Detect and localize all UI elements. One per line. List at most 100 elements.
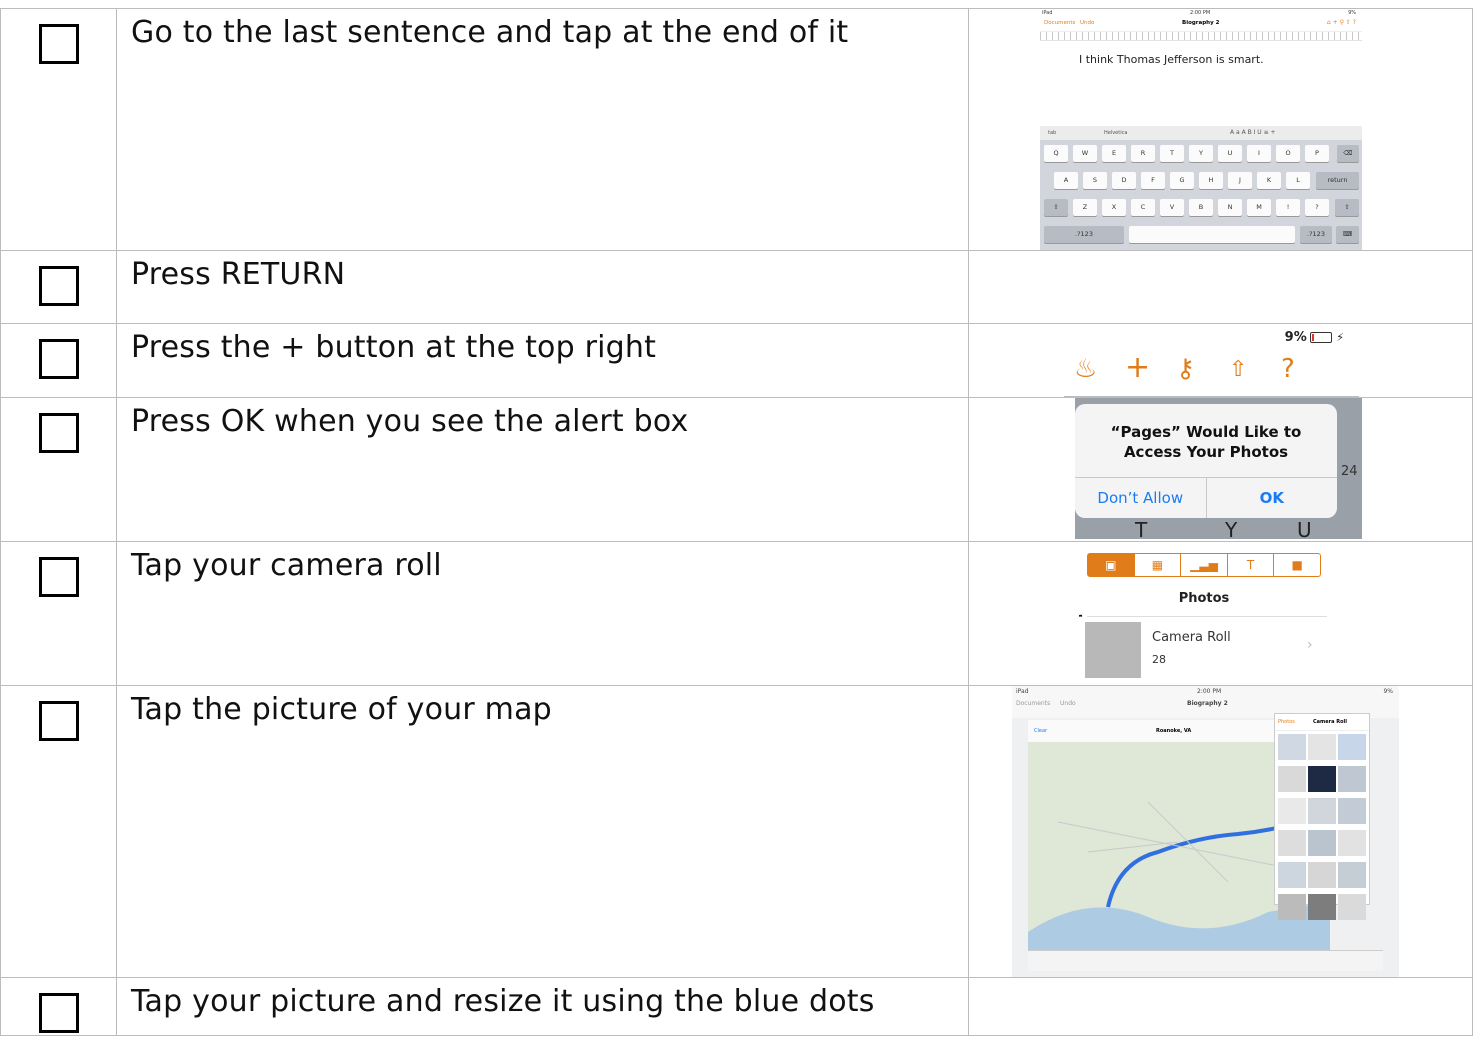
key-r[interactable]: R — [1131, 145, 1155, 162]
key-u[interactable]: U — [1218, 145, 1242, 162]
help-icon[interactable]: ? — [1281, 354, 1295, 384]
shift-key-left[interactable]: ⇧ — [1044, 199, 1068, 216]
photo-thumbnail[interactable] — [1278, 766, 1306, 792]
checkbox[interactable] — [39, 701, 79, 741]
photo-thumbnail[interactable] — [1278, 862, 1306, 888]
key-s[interactable]: S — [1083, 172, 1107, 189]
key-l[interactable]: L — [1286, 172, 1310, 189]
key-w[interactable]: W — [1073, 145, 1097, 162]
photo-thumbnail[interactable] — [1308, 734, 1336, 760]
photo-thumbnail[interactable] — [1308, 830, 1336, 856]
step-text: Press the + button at the top right — [131, 330, 657, 365]
undo-button[interactable]: Undo — [1060, 700, 1076, 707]
key-e[interactable]: E — [1102, 145, 1126, 162]
share-icon[interactable]: ⇧ — [1229, 357, 1247, 382]
checkbox[interactable] — [39, 339, 79, 379]
step-row: Go to the last sentence and tap at the e… — [0, 8, 1473, 251]
photo-thumbnail[interactable] — [1338, 734, 1366, 760]
key-row3[interactable]: X — [1102, 199, 1126, 216]
toolbar-icons[interactable]: ⌂ + ⚲ ⇧ ? — [1327, 19, 1356, 26]
key-k[interactable]: K — [1257, 172, 1281, 189]
photo-thumbnail[interactable] — [1338, 766, 1366, 792]
key-i[interactable]: I — [1247, 145, 1271, 162]
checkbox[interactable] — [39, 266, 79, 306]
checkbox[interactable] — [39, 24, 79, 64]
shape-icon[interactable]: ■ — [1273, 554, 1320, 576]
ok-button[interactable]: OK — [1205, 478, 1338, 518]
space-bar[interactable] — [1129, 226, 1295, 243]
step-row: Press OK when you see the alert box “Pag… — [0, 397, 1473, 542]
key-a[interactable]: A — [1054, 172, 1078, 189]
key-q[interactable]: Q — [1044, 145, 1068, 162]
table-icon[interactable]: ▦ — [1133, 554, 1181, 576]
screenshot-alert: “Pages” Would Like to Access Your Photos… — [1075, 398, 1362, 539]
key-j[interactable]: J — [1228, 172, 1252, 189]
key-h[interactable]: H — [1199, 172, 1223, 189]
dont-allow-button[interactable]: Don’t Allow — [1075, 478, 1206, 518]
photo-thumbnail[interactable] — [1308, 894, 1336, 920]
key-row3[interactable]: C — [1131, 199, 1155, 216]
key-u: U — [1297, 518, 1312, 539]
status-time: 2:00 PM — [1197, 688, 1222, 695]
ruler — [1040, 32, 1362, 41]
text-icon[interactable]: T — [1226, 554, 1274, 576]
key-f[interactable]: F — [1141, 172, 1165, 189]
brush-icon[interactable]: ♨ — [1074, 354, 1097, 384]
undo-button[interactable]: Undo — [1080, 20, 1094, 26]
divider — [1087, 616, 1327, 617]
key-y[interactable]: Y — [1189, 145, 1213, 162]
backspace-key[interactable]: ⌫ — [1337, 145, 1359, 162]
photo-thumbnail[interactable] — [1338, 862, 1366, 888]
screenshot-toolbar: 9% ⚡ ♨ + ⚷ ⇧ ? — [1064, 324, 1364, 397]
shift-key-right[interactable]: ⇧ — [1335, 199, 1359, 216]
status-left: iPad — [1042, 10, 1053, 16]
clear-button[interactable]: Clear — [1034, 728, 1047, 734]
font-button[interactable]: Helvetica — [1104, 130, 1127, 136]
numbers-key-left[interactable]: .?123 — [1044, 226, 1124, 243]
documents-button[interactable]: Documents — [1044, 20, 1075, 26]
status-bar: iPad 2:00 PM 9% — [1040, 9, 1362, 19]
key-row3[interactable]: M — [1247, 199, 1271, 216]
photo-thumbnail[interactable] — [1338, 830, 1366, 856]
camera-roll-thumbnail[interactable] — [1085, 622, 1141, 678]
wrench-icon[interactable]: ⚷ — [1176, 354, 1195, 384]
hide-keyboard-key[interactable]: ⌨ — [1336, 226, 1359, 243]
document-sentence[interactable]: I think Thomas Jefferson is smart. — [1079, 53, 1264, 66]
key-row3[interactable]: B — [1189, 199, 1213, 216]
plus-icon[interactable]: + — [1125, 350, 1150, 385]
camera-roll-label[interactable]: Camera Roll — [1152, 630, 1231, 645]
checkbox[interactable] — [39, 993, 79, 1033]
key-g[interactable]: G — [1170, 172, 1194, 189]
insert-segmented-control[interactable]: ▣ ▦ ▁▃▅ T ■ — [1087, 553, 1321, 577]
checkbox[interactable] — [39, 557, 79, 597]
photo-thumbnail[interactable] — [1338, 798, 1366, 824]
numbers-key-right[interactable]: .?123 — [1300, 226, 1332, 243]
format-icons[interactable]: A a A B I U ≡ + — [1230, 129, 1276, 136]
step-text: Tap your picture and resize it using the… — [131, 984, 875, 1019]
return-key[interactable]: return — [1316, 172, 1359, 189]
key-row3[interactable]: V — [1160, 199, 1184, 216]
alert-buttons: Don’t Allow OK — [1075, 477, 1337, 518]
key-o[interactable]: O — [1276, 145, 1300, 162]
photo-thumbnail[interactable] — [1278, 830, 1306, 856]
photo-thumbnail[interactable] — [1278, 734, 1306, 760]
photo-thumbnail[interactable] — [1278, 798, 1306, 824]
key-row3[interactable]: Z — [1073, 199, 1097, 216]
photo-thumbnail[interactable] — [1278, 894, 1306, 920]
back-button[interactable]: Photos — [1278, 719, 1295, 725]
photo-thumbnail[interactable] — [1338, 894, 1366, 920]
documents-button[interactable]: Documents — [1016, 700, 1050, 707]
key-row3[interactable]: ? — [1305, 199, 1329, 216]
photo-thumbnail[interactable] — [1308, 766, 1336, 792]
key-row3[interactable]: ! — [1276, 199, 1300, 216]
key-p[interactable]: P — [1305, 145, 1329, 162]
key-row3[interactable]: N — [1218, 199, 1242, 216]
checkbox[interactable] — [39, 413, 79, 453]
key-d[interactable]: D — [1112, 172, 1136, 189]
photo-thumbnail[interactable] — [1308, 798, 1336, 824]
tab-key[interactable]: tab — [1048, 130, 1056, 136]
media-icon[interactable]: ▣ — [1088, 554, 1134, 576]
photo-thumbnail[interactable] — [1308, 862, 1336, 888]
chart-icon[interactable]: ▁▃▅ — [1180, 554, 1227, 576]
key-t[interactable]: T — [1160, 145, 1184, 162]
